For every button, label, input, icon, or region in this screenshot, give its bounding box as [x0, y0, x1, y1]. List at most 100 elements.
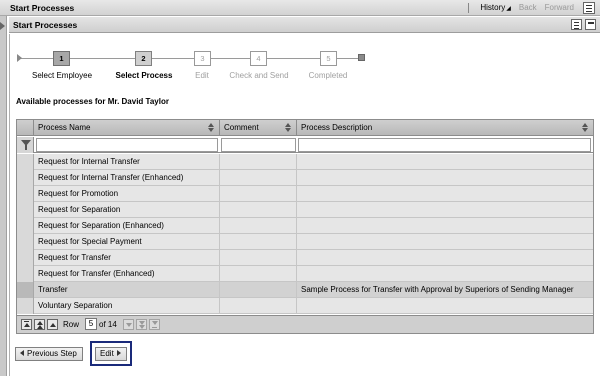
expand-arrow-icon[interactable] [0, 22, 5, 30]
column-header-comment[interactable]: Comment [220, 120, 297, 136]
cell-description [297, 186, 593, 202]
cell-comment [220, 186, 297, 202]
panel-title: Start Processes [13, 20, 78, 30]
row-selector[interactable] [17, 266, 34, 282]
roadmap-step-1[interactable]: 1 [53, 51, 70, 66]
row-up-button[interactable] [47, 319, 58, 330]
pager-row-input[interactable]: 5 [85, 318, 97, 330]
previous-step-button[interactable]: Previous Step [15, 347, 83, 361]
roadmap-step-3: 3 [194, 51, 211, 66]
roadmap-step-4: 4 [250, 51, 267, 66]
cell-description [297, 154, 593, 170]
filter-input-description[interactable] [298, 138, 591, 152]
available-processes-heading: Available processes for Mr. David Taylor [16, 97, 169, 106]
table-header: Process Name Comment Process Description [17, 120, 593, 136]
cell-comment [220, 266, 297, 282]
table-row[interactable]: Request for Separation (Enhanced) [17, 218, 593, 234]
page-up-button[interactable] [34, 319, 45, 330]
sort-icon[interactable] [208, 123, 215, 133]
cell-comment [220, 218, 297, 234]
row-down-button[interactable] [123, 319, 134, 330]
column-header-process-name[interactable]: Process Name [34, 120, 220, 136]
table-row[interactable]: Request for Transfer (Enhanced) [17, 266, 593, 282]
row-selector[interactable] [17, 218, 34, 234]
top-bar: Start Processes History◢ Back Forward [0, 0, 600, 16]
back-link[interactable]: Back [519, 3, 537, 12]
history-nav: History◢ Back Forward [480, 3, 574, 12]
cell-comment [220, 282, 297, 298]
table-row[interactable]: Request for Transfer [17, 250, 593, 266]
first-page-button[interactable] [21, 319, 32, 330]
sort-icon[interactable] [285, 123, 292, 133]
cell-description [297, 266, 593, 282]
roadmap-end-icon [358, 54, 365, 61]
filter-input-process-name[interactable] [36, 138, 218, 152]
minimize-icon[interactable] [585, 19, 596, 30]
cell-process-name: Request for Internal Transfer (Enhanced) [34, 170, 220, 186]
cell-comment [220, 298, 297, 314]
sort-icon[interactable] [582, 123, 589, 133]
roadmap-label-4: Check and Send [229, 71, 289, 80]
row-selector[interactable] [17, 250, 34, 266]
cell-description [297, 234, 593, 250]
nav-separator [468, 3, 469, 13]
row-selector[interactable] [17, 202, 34, 218]
cell-description [297, 170, 593, 186]
panel-header: Start Processes [9, 16, 600, 33]
cell-description [297, 250, 593, 266]
row-selector[interactable] [17, 298, 34, 314]
page-down-button[interactable] [136, 319, 147, 330]
process-table: Process Name Comment Process Description… [16, 119, 594, 316]
table-row[interactable]: Request for Internal Transfer [17, 154, 593, 170]
cell-process-name: Request for Transfer (Enhanced) [34, 266, 220, 282]
filter-input-comment[interactable] [221, 138, 296, 152]
pager-row-label: Row [63, 320, 80, 329]
table-row[interactable]: Request for Promotion [17, 186, 593, 202]
table-row[interactable]: Request for Separation [17, 202, 593, 218]
row-selector[interactable] [17, 170, 34, 186]
forward-link[interactable]: Forward [545, 3, 574, 12]
filter-icon[interactable] [17, 137, 34, 153]
left-collapse-strip[interactable] [0, 16, 7, 376]
table-row[interactable]: Request for Special Payment [17, 234, 593, 250]
table-row[interactable]: Voluntary Separation [17, 298, 593, 314]
roadmap-label-3: Edit [195, 71, 209, 80]
history-link[interactable]: History◢ [480, 3, 511, 12]
panel-menu-icon[interactable] [571, 19, 582, 30]
roadmap-step-5: 5 [320, 51, 337, 66]
cell-description: Sample Process for Transfer with Approva… [301, 285, 574, 294]
table-row[interactable]: Request for Internal Transfer (Enhanced) [17, 170, 593, 186]
roadmap-label-5: Completed [308, 71, 348, 80]
table-row-selected[interactable]: Transfer Sample Process for Transfer wit… [17, 282, 593, 298]
cell-process-name: Request for Separation (Enhanced) [34, 218, 220, 234]
roadmap-start-icon [17, 54, 22, 62]
cell-comment [220, 234, 297, 250]
arrow-left-icon [20, 350, 24, 356]
row-selector[interactable] [17, 154, 34, 170]
cell-description [297, 202, 593, 218]
cell-comment [220, 202, 297, 218]
row-selector[interactable] [17, 186, 34, 202]
history-dropdown-icon: ◢ [506, 6, 511, 12]
arrow-right-icon [116, 350, 121, 356]
row-selector[interactable] [17, 234, 34, 250]
roadmap-label-2: Select Process [115, 71, 173, 80]
last-page-button[interactable] [149, 319, 160, 330]
column-header-process-description[interactable]: Process Description [297, 120, 593, 136]
menu-icon[interactable] [583, 2, 595, 14]
roadmap-label-1: Select Employee [31, 71, 93, 80]
row-selector[interactable] [17, 282, 34, 298]
cell-description [297, 298, 593, 314]
cell-comment [220, 170, 297, 186]
cell-comment [220, 250, 297, 266]
edit-button[interactable]: Edit [95, 347, 127, 361]
cell-process-name: Request for Special Payment [34, 234, 220, 250]
cell-process-name: Request for Separation [34, 202, 220, 218]
select-all-header[interactable] [17, 120, 34, 136]
cell-process-name: Voluntary Separation [34, 298, 220, 314]
cell-description [297, 218, 593, 234]
table-pager: Row 5 of 14 [16, 316, 594, 334]
pager-total-label: of 14 [99, 320, 117, 329]
cell-process-name: Transfer [34, 282, 220, 298]
roadmap-step-2[interactable]: 2 [135, 51, 152, 66]
